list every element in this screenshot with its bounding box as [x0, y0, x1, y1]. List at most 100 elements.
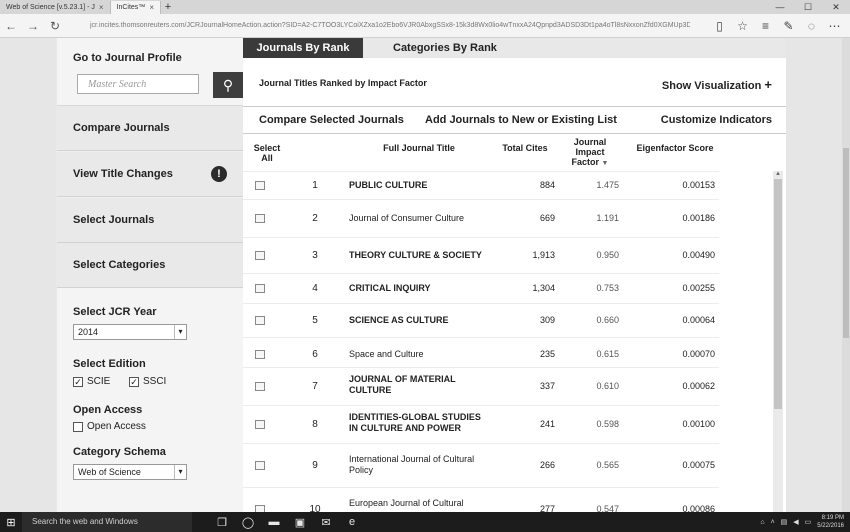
row-jif: 0.598 — [596, 419, 619, 429]
column-header-jif[interactable]: Journal Impact Factor ▼ — [565, 137, 615, 167]
table-scrollbar-thumb[interactable] — [774, 179, 782, 409]
row-checkbox[interactable] — [255, 382, 265, 391]
row-total-cites: 235 — [539, 349, 555, 359]
store-icon[interactable]: ▣ — [290, 516, 310, 529]
row-checkbox[interactable] — [255, 316, 265, 325]
task-view-icon[interactable]: ❐ — [212, 516, 232, 529]
message-icon[interactable]: ▭ — [805, 518, 812, 526]
sidebar-item-view-title-changes[interactable]: View Title Changes ! — [57, 152, 243, 197]
row-jif: 0.610 — [596, 381, 619, 391]
page-scrollbar[interactable] — [842, 38, 850, 512]
file-explorer-icon[interactable]: ▬ — [264, 516, 284, 529]
master-search-input[interactable]: Master Search — [77, 74, 199, 94]
sidebar-item-select-categories[interactable]: Select Categories — [57, 243, 243, 288]
forward-icon[interactable]: → — [22, 19, 44, 33]
row-checkbox[interactable] — [255, 350, 265, 359]
clock-date: 5/22/2016 — [817, 523, 844, 529]
close-tab-icon[interactable]: × — [149, 1, 154, 14]
row-checkbox[interactable] — [255, 181, 265, 190]
column-header-eigenfactor[interactable]: Eigenfactor Score — [625, 143, 725, 153]
row-rank: 1 — [312, 180, 318, 191]
category-schema-select[interactable]: Web of Science ▾ — [73, 464, 187, 480]
row-journal-title[interactable]: PUBLIC CULTURE — [349, 180, 499, 191]
row-journal-title[interactable]: International Journal of Cultural Policy — [349, 454, 494, 476]
back-icon[interactable]: ← — [0, 19, 22, 33]
filter-options: Select JCR Year 2014 ▾ Select Edition ✓ … — [57, 288, 243, 512]
share-icon[interactable]: ◌ — [800, 19, 823, 33]
table-row: 4 CRITICAL INQUIRY 1,304 0.753 0.00255 — [243, 273, 719, 303]
open-access-checkbox[interactable]: Open Access — [73, 421, 146, 432]
row-eigenfactor: 0.00490 — [682, 250, 715, 260]
browser-tab-label: InCites™ — [116, 4, 146, 11]
row-journal-title[interactable]: SCIENCE AS CULTURE — [349, 315, 499, 326]
new-tab-icon[interactable]: + — [161, 1, 175, 14]
column-header-total-cites[interactable]: Total Cites — [495, 143, 555, 153]
more-icon[interactable]: ⋯ — [823, 19, 846, 33]
journal-profile-title[interactable]: Go to Journal Profile — [73, 52, 182, 64]
windows-start-icon[interactable]: ⊞ — [0, 516, 22, 529]
main-content: Journals By Rank Categories By Rank Jour… — [243, 38, 786, 512]
sidebar-item-select-journals[interactable]: Select Journals — [57, 198, 243, 243]
taskbar-search-box[interactable]: Search the web and Windows — [22, 512, 192, 532]
reading-view-icon[interactable]: ▯ — [708, 19, 731, 33]
customize-indicators-button[interactable]: Customize Indicators — [661, 114, 772, 126]
row-jif: 0.660 — [596, 315, 619, 325]
favorite-star-icon[interactable]: ☆ — [731, 19, 754, 33]
page-scrollbar-thumb[interactable] — [843, 148, 849, 338]
table-scrollbar[interactable]: ▲ — [773, 171, 783, 512]
up-arrow-tray-icon[interactable]: ˄ — [771, 519, 775, 526]
close-window-icon[interactable]: ✕ — [822, 0, 850, 14]
scroll-up-icon[interactable]: ▲ — [773, 171, 783, 179]
browser-tab-incites[interactable]: InCites™ × — [110, 1, 161, 14]
row-checkbox[interactable] — [255, 420, 265, 429]
select-all-header[interactable]: Select All — [247, 143, 287, 163]
table-header: Select All Full Journal Title Total Cite… — [243, 135, 773, 171]
browser-tab-wos[interactable]: Web of Science [v.5.23.1] - J × — [0, 1, 111, 14]
close-tab-icon[interactable]: × — [99, 1, 104, 14]
minimize-icon[interactable]: — — [766, 0, 794, 14]
cortana-icon[interactable]: ◯ — [238, 516, 258, 529]
tab-journals-by-rank[interactable]: Journals By Rank — [243, 38, 363, 58]
row-journal-title[interactable]: THEORY CULTURE & SOCIETY — [349, 250, 505, 261]
people-icon[interactable]: ⌂ — [760, 519, 764, 526]
row-journal-title[interactable]: JOURNAL OF MATERIAL CULTURE — [349, 374, 469, 396]
row-eigenfactor: 0.00064 — [682, 315, 715, 325]
show-visualization-button[interactable]: Show Visualization + — [662, 77, 772, 92]
add-journals-button[interactable]: Add Journals to New or Existing List — [425, 114, 617, 126]
row-checkbox[interactable] — [255, 251, 265, 260]
edge-browser-icon[interactable]: e — [342, 516, 362, 529]
network-icon[interactable]: ▤ — [781, 518, 788, 526]
row-journal-title[interactable]: CRITICAL INQUIRY — [349, 283, 499, 294]
sidebar-item-compare-journals[interactable]: Compare Journals — [57, 106, 243, 151]
compare-selected-button[interactable]: Compare Selected Journals — [259, 114, 404, 126]
row-journal-title[interactable]: Journal of Consumer Culture — [349, 213, 499, 224]
note-icon[interactable]: ✎ — [777, 19, 800, 33]
edition-ssci-checkbox[interactable]: ✓ SSCI — [129, 376, 166, 387]
column-header-title[interactable]: Full Journal Title — [359, 143, 479, 153]
row-checkbox[interactable] — [255, 214, 265, 223]
row-jif: 0.753 — [596, 283, 619, 293]
row-checkbox[interactable] — [255, 284, 265, 293]
maximize-icon[interactable]: ☐ — [794, 0, 822, 14]
row-rank: 4 — [312, 283, 318, 294]
volume-icon[interactable]: ◀ — [793, 518, 798, 526]
edition-scie-checkbox[interactable]: ✓ SCIE — [73, 376, 110, 387]
row-checkbox[interactable] — [255, 505, 265, 512]
jcr-year-select[interactable]: 2014 ▾ — [73, 324, 187, 340]
address-bar[interactable]: jcr.incites.thomsonreuters.com/JCRJourna… — [90, 18, 690, 34]
row-eigenfactor: 0.00186 — [682, 213, 715, 223]
hub-icon[interactable]: ≡ — [754, 19, 777, 33]
tab-categories-by-rank[interactable]: Categories By Rank — [393, 38, 497, 58]
table-row: 7 JOURNAL OF MATERIAL CULTURE 337 0.610 … — [243, 367, 719, 405]
row-journal-title[interactable]: Space and Culture — [349, 349, 499, 360]
row-jif: 0.565 — [596, 460, 619, 470]
jcr-year-value: 2014 — [78, 327, 99, 337]
mail-icon[interactable]: ✉ — [316, 516, 336, 529]
row-eigenfactor: 0.00070 — [682, 349, 715, 359]
row-journal-title[interactable]: IDENTITIES-GLOBAL STUDIES IN CULTURE AND… — [349, 412, 489, 434]
row-checkbox[interactable] — [255, 461, 265, 470]
search-button[interactable]: ⚲ — [213, 72, 243, 98]
row-journal-title[interactable]: European Journal of Cultural — [349, 498, 499, 509]
refresh-icon[interactable]: ↻ — [44, 19, 66, 33]
taskbar-clock[interactable]: 8:19 PM 5/22/2016 — [817, 514, 844, 530]
